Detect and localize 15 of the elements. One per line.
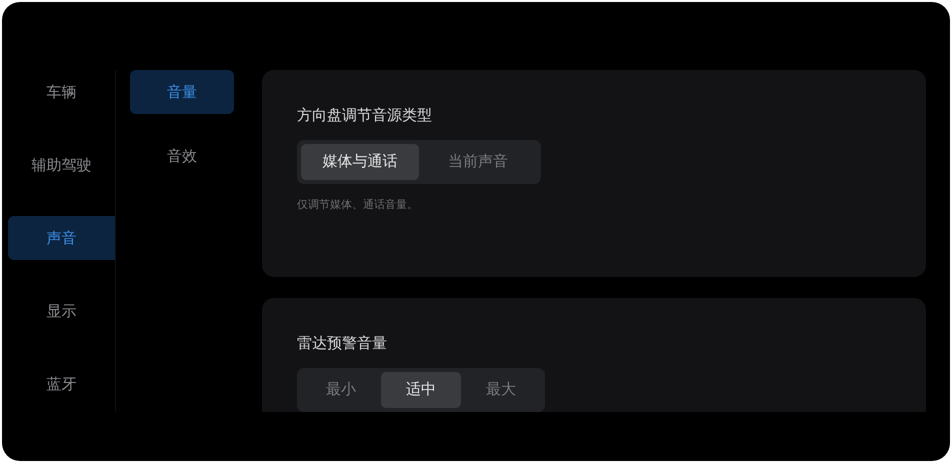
segment-option[interactable]: 最小 [301,372,381,408]
submenu-item[interactable]: 音效 [130,134,234,178]
sidebar-item[interactable]: 声音 [8,216,115,260]
segment-option[interactable]: 适中 [381,372,461,408]
segment-option[interactable]: 最大 [461,372,541,408]
segment-option[interactable]: 媒体与通话 [301,144,419,180]
submenu-item[interactable]: 音量 [130,70,234,114]
section-title: 雷达预警音量 [297,333,388,354]
sidebar-item[interactable]: 蓝牙 [8,362,115,406]
hint-text: 仅调节媒体、通话音量。 [297,196,419,212]
sidebar-item[interactable]: 显示 [8,289,115,333]
section-title: 方向盘调节音源类型 [297,105,433,126]
sidebar-item[interactable]: 车辆 [8,70,115,114]
sidebar-item[interactable]: 辅助驾驶 [8,143,115,187]
segment-option[interactable]: 当前声音 [419,144,537,180]
